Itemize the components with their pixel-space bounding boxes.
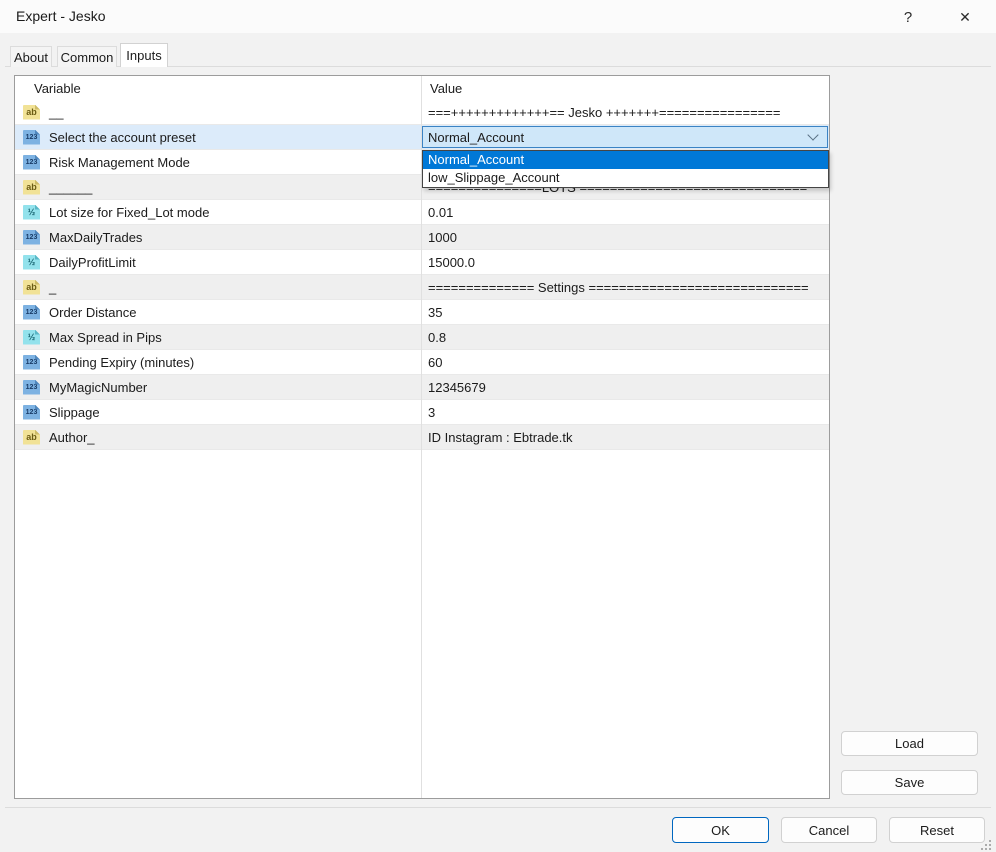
variable-name: Risk Management Mode bbox=[49, 155, 190, 170]
expert-properties-dialog: Expert - Jesko ? ✕ About Common Inputs V… bbox=[0, 0, 996, 852]
tab-inputs[interactable]: Inputs bbox=[120, 43, 168, 67]
table-row-selected[interactable]: 123 Select the account preset Normal_Acc… bbox=[15, 125, 829, 150]
account-preset-dropdown-list: Normal_Account low_Slippage_Account bbox=[422, 150, 829, 188]
help-icon[interactable]: ? bbox=[895, 4, 921, 30]
reset-button[interactable]: Reset bbox=[889, 817, 985, 843]
variable-name: DailyProfitLimit bbox=[49, 255, 136, 270]
inputs-table: Variable Value ab __ ===+++++++++++++== … bbox=[14, 75, 830, 799]
variable-value: Normal_Account bbox=[421, 125, 829, 149]
variable-value[interactable]: 1000 bbox=[421, 225, 829, 249]
integer-param-icon: 123 bbox=[23, 230, 40, 245]
load-button[interactable]: Load bbox=[841, 731, 978, 756]
variable-name: Select the account preset bbox=[49, 130, 196, 145]
combobox-value: Normal_Account bbox=[428, 130, 524, 145]
variable-name: MaxDailyTrades bbox=[49, 230, 142, 245]
table-row[interactable]: 123 Pending Expiry (minutes) 60 bbox=[15, 350, 829, 375]
variable-name: __ bbox=[49, 105, 63, 120]
double-param-icon: ½ bbox=[23, 205, 40, 220]
window-title: Expert - Jesko bbox=[16, 8, 105, 24]
account-preset-combobox[interactable]: Normal_Account bbox=[422, 126, 828, 148]
integer-param-icon: 123 bbox=[23, 130, 40, 145]
variable-value[interactable]: ID Instagram : Ebtrade.tk bbox=[421, 425, 829, 449]
integer-param-icon: 123 bbox=[23, 155, 40, 170]
variable-name: Max Spread in Pips bbox=[49, 330, 162, 345]
variable-value[interactable]: ===+++++++++++++== Jesko +++++++========… bbox=[421, 100, 829, 124]
table-row[interactable]: 123 Slippage 3 bbox=[15, 400, 829, 425]
variable-value[interactable]: ============== Settings ================… bbox=[421, 275, 829, 299]
column-header-variable: Variable bbox=[15, 81, 421, 96]
variable-value[interactable]: 12345679 bbox=[421, 375, 829, 399]
variable-value[interactable]: 3 bbox=[421, 400, 829, 424]
double-param-icon: ½ bbox=[23, 255, 40, 270]
tab-about[interactable]: About bbox=[10, 46, 52, 67]
integer-param-icon: 123 bbox=[23, 355, 40, 370]
variable-name: ______ bbox=[49, 180, 92, 195]
dropdown-option-normal-account[interactable]: Normal_Account bbox=[423, 151, 828, 169]
double-param-icon: ½ bbox=[23, 330, 40, 345]
string-param-icon: ab bbox=[23, 105, 40, 120]
table-row[interactable]: ½ Lot size for Fixed_Lot mode 0.01 bbox=[15, 200, 829, 225]
variable-name: MyMagicNumber bbox=[49, 380, 147, 395]
footer-divider bbox=[5, 807, 991, 808]
string-param-icon: ab bbox=[23, 180, 40, 195]
tab-common[interactable]: Common bbox=[57, 46, 117, 67]
string-param-icon: ab bbox=[23, 430, 40, 445]
variable-name: Order Distance bbox=[49, 305, 136, 320]
integer-param-icon: 123 bbox=[23, 380, 40, 395]
table-row[interactable]: 123 MyMagicNumber 12345679 bbox=[15, 375, 829, 400]
table-row[interactable]: ½ DailyProfitLimit 15000.0 bbox=[15, 250, 829, 275]
string-param-icon: ab bbox=[23, 280, 40, 295]
variable-name: Author_ bbox=[49, 430, 95, 445]
variable-value[interactable]: 15000.0 bbox=[421, 250, 829, 274]
save-button[interactable]: Save bbox=[841, 770, 978, 795]
chevron-down-icon bbox=[807, 129, 818, 140]
variable-name: Slippage bbox=[49, 405, 100, 420]
table-row[interactable]: 123 Order Distance 35 bbox=[15, 300, 829, 325]
variable-value[interactable]: 35 bbox=[421, 300, 829, 324]
table-header: Variable Value bbox=[15, 76, 829, 100]
column-header-value: Value bbox=[421, 81, 829, 96]
table-row[interactable]: ab Author_ ID Instagram : Ebtrade.tk bbox=[15, 425, 829, 450]
variable-value[interactable]: 0.8 bbox=[421, 325, 829, 349]
integer-param-icon: 123 bbox=[23, 405, 40, 420]
variable-name: Lot size for Fixed_Lot mode bbox=[49, 205, 209, 220]
ok-button[interactable]: OK bbox=[672, 817, 769, 843]
variable-name: Pending Expiry (minutes) bbox=[49, 355, 194, 370]
dropdown-option-low-slippage-account[interactable]: low_Slippage_Account bbox=[423, 169, 828, 187]
resize-grip[interactable] bbox=[981, 840, 992, 851]
table-row[interactable]: ab _ ============== Settings ===========… bbox=[15, 275, 829, 300]
table-row[interactable]: ½ Max Spread in Pips 0.8 bbox=[15, 325, 829, 350]
integer-param-icon: 123 bbox=[23, 305, 40, 320]
close-icon[interactable]: ✕ bbox=[952, 4, 978, 30]
variable-value[interactable]: 0.01 bbox=[421, 200, 829, 224]
table-row[interactable]: ab __ ===+++++++++++++== Jesko +++++++==… bbox=[15, 100, 829, 125]
variable-value[interactable]: 60 bbox=[421, 350, 829, 374]
variable-name: _ bbox=[49, 280, 56, 295]
cancel-button[interactable]: Cancel bbox=[781, 817, 877, 843]
title-bar: Expert - Jesko ? ✕ bbox=[0, 0, 996, 33]
table-row[interactable]: 123 MaxDailyTrades 1000 bbox=[15, 225, 829, 250]
